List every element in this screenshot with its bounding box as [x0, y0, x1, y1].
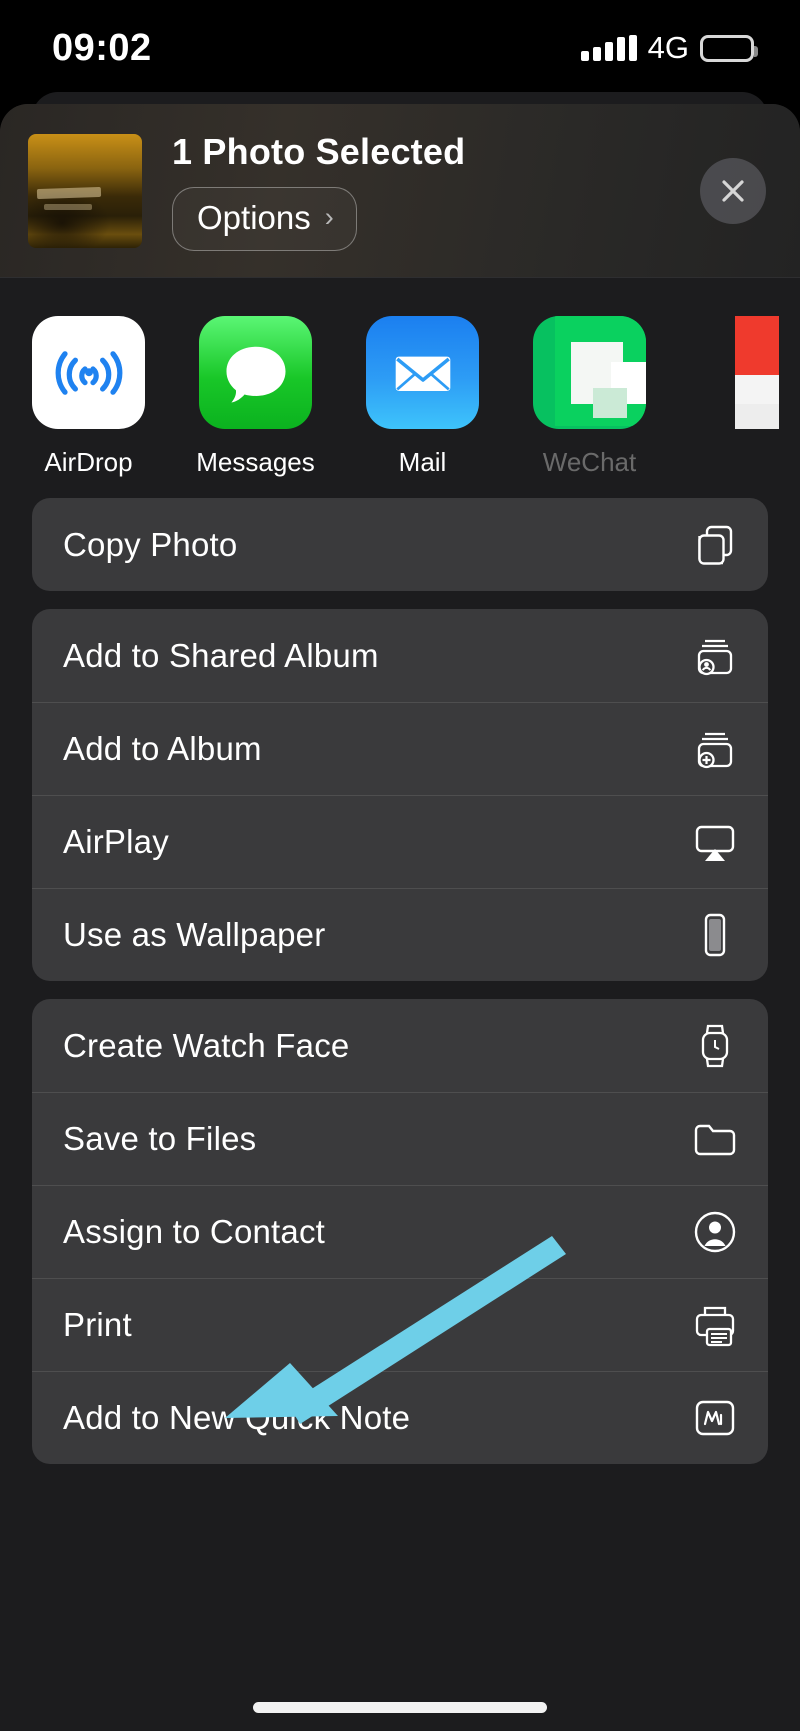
- partial-app-icon: [734, 316, 779, 429]
- share-targets-row[interactable]: AirDrop Messages Mail WeChat: [0, 278, 800, 498]
- network-type-label: 4G: [647, 30, 689, 65]
- share-sheet-header: 1 Photo Selected Options ›: [0, 104, 800, 278]
- action-row-assign-to-contact[interactable]: Assign to Contact: [32, 1185, 768, 1278]
- status-bar-clock: 09:02: [52, 26, 152, 69]
- action-row-save-to-files[interactable]: Save to Files: [32, 1092, 768, 1185]
- action-row-create-watch-face[interactable]: Create Watch Face: [32, 999, 768, 1092]
- action-row-add-to-album[interactable]: Add to Album: [32, 702, 768, 795]
- action-label: Save to Files: [63, 1119, 257, 1157]
- action-label: Create Watch Face: [63, 1026, 350, 1064]
- share-target-mail[interactable]: Mail: [366, 316, 479, 478]
- action-row-copy-photo[interactable]: Copy Photo: [32, 498, 768, 591]
- add-album-icon: [692, 726, 738, 772]
- action-group: Add to Shared Album Add to Album AirPlay…: [32, 609, 768, 981]
- action-group: Create Watch Face Save to Files Assign t…: [32, 999, 768, 1464]
- options-button[interactable]: Options ›: [172, 186, 357, 251]
- iphone-screen: 09:02 4G 1 Photo Selected Options › AirD…: [0, 0, 800, 1731]
- close-icon: [722, 179, 744, 202]
- action-list: Copy Photo Add to Shared Album Add to Al…: [0, 498, 800, 1464]
- action-label: Add to Album: [63, 729, 262, 767]
- share-target-partial[interactable]: [700, 316, 800, 447]
- share-targets-list: AirDrop Messages Mail WeChat: [0, 316, 800, 478]
- folder-icon: [692, 1116, 738, 1162]
- quick-note-icon: [692, 1395, 738, 1441]
- page-title: 1 Photo Selected: [172, 130, 466, 172]
- share-target-messages[interactable]: Messages: [196, 316, 315, 478]
- wechat-icon: [533, 316, 646, 429]
- options-button-label: Options: [197, 198, 311, 236]
- action-row-add-to-new-quick-note[interactable]: Add to New Quick Note: [32, 1371, 768, 1464]
- action-label: Use as Wallpaper: [63, 915, 326, 953]
- share-target-airdrop[interactable]: AirDrop: [32, 316, 145, 478]
- messages-icon: [199, 316, 312, 429]
- mail-icon: [366, 316, 479, 429]
- close-button[interactable]: [700, 157, 766, 224]
- action-group: Copy Photo: [32, 498, 768, 591]
- action-label: AirPlay: [63, 822, 169, 860]
- action-label: Add to New Quick Note: [63, 1398, 411, 1436]
- shared-album-icon: [692, 633, 738, 679]
- action-label: Assign to Contact: [63, 1212, 326, 1250]
- signal-bars-icon: [580, 35, 637, 61]
- wallpaper-icon: [692, 912, 738, 958]
- action-row-add-to-shared-album[interactable]: Add to Shared Album: [32, 609, 768, 702]
- copy-icon: [692, 522, 738, 568]
- share-target-label: AirDrop: [44, 447, 133, 477]
- watch-icon: [692, 1023, 738, 1069]
- contact-icon: [692, 1209, 738, 1255]
- chevron-right-icon: ›: [324, 202, 334, 232]
- action-label: Add to Shared Album: [63, 636, 379, 674]
- airplay-icon: [692, 819, 738, 865]
- action-label: Print: [63, 1305, 132, 1343]
- share-target-label: Mail: [398, 447, 447, 477]
- status-bar: 09:02 4G: [0, 0, 800, 96]
- airdrop-icon: [32, 316, 145, 429]
- action-row-use-as-wallpaper[interactable]: Use as Wallpaper: [32, 888, 768, 981]
- action-row-airplay[interactable]: AirPlay: [32, 795, 768, 888]
- share-target-label: WeChat: [542, 447, 637, 477]
- action-row-print[interactable]: Print: [32, 1278, 768, 1371]
- home-indicator: [253, 1702, 547, 1713]
- share-target-wechat[interactable]: WeChat: [533, 316, 646, 478]
- printer-icon: [692, 1302, 738, 1348]
- share-target-label: Messages: [196, 447, 315, 477]
- share-sheet: 1 Photo Selected Options › AirDrop Messa…: [0, 104, 800, 1731]
- selected-photo-thumbnail[interactable]: [28, 133, 142, 248]
- status-bar-indicators: 4G: [580, 30, 758, 66]
- battery-icon: [700, 34, 758, 62]
- share-sheet-header-text: 1 Photo Selected Options ›: [172, 131, 465, 251]
- action-label: Copy Photo: [63, 525, 238, 563]
